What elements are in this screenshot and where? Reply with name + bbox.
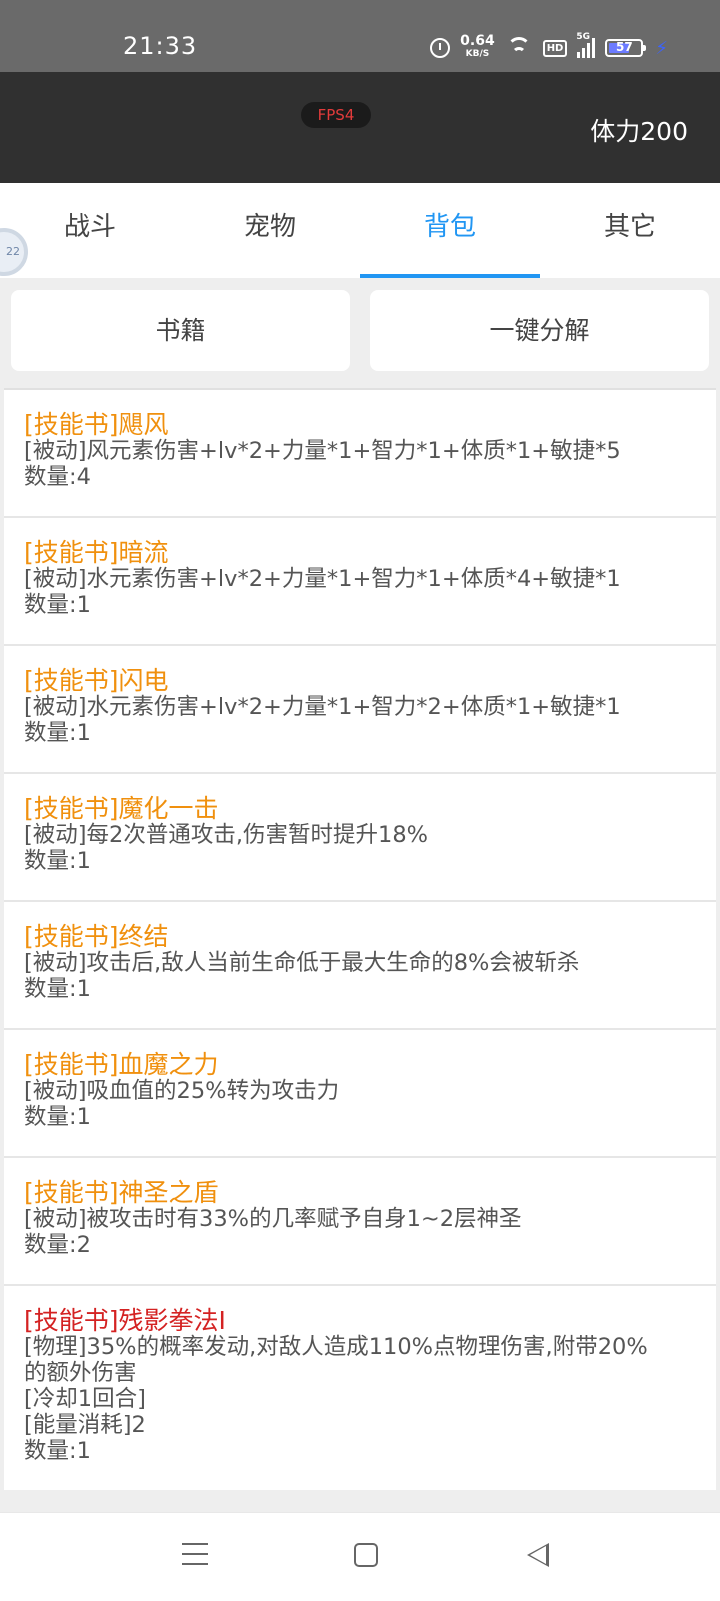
list-item[interactable]: [技能书]血魔之力 [被动]吸血值的25%转为攻击力 数量:1 xyxy=(4,1028,716,1156)
tab-pets[interactable]: 宠物 xyxy=(180,183,360,278)
back-icon[interactable] xyxy=(527,1543,549,1567)
tab-backpack[interactable]: 背包 xyxy=(360,183,540,278)
item-energy-cost: [能量消耗]2 xyxy=(24,1412,146,1438)
status-bar: 21:33 0.64 KB/S HD 5G 57 ⚡︎ xyxy=(0,0,720,72)
item-description: [被动]被攻击时有33%的几率赋予自身1~2层神圣 xyxy=(24,1206,522,1232)
item-name: [技能书]神圣之盾 xyxy=(24,1178,219,1207)
list-item[interactable]: [技能书]魔化一击 [被动]每2次普通攻击,伤害暂时提升18% 数量:1 xyxy=(4,772,716,900)
list-item[interactable]: [技能书]残影拳法I [物理]35%的概率发动,对敌人造成110%点物理伤害,附… xyxy=(4,1284,716,1490)
item-count: 数量:2 xyxy=(24,1232,91,1258)
home-icon[interactable] xyxy=(354,1543,378,1567)
item-description: [被动]攻击后,敌人当前生命低于最大生命的8%会被斩杀 xyxy=(24,950,580,976)
system-nav-bar xyxy=(0,1512,720,1601)
list-item[interactable]: [技能书]神圣之盾 [被动]被攻击时有33%的几率赋予自身1~2层神圣 数量:2 xyxy=(4,1156,716,1284)
charging-icon: ⚡︎ xyxy=(655,37,668,59)
item-description: [被动]每2次普通攻击,伤害暂时提升18% xyxy=(24,822,429,848)
item-count: 数量:1 xyxy=(24,1104,91,1130)
item-name: [技能书]魔化一击 xyxy=(24,794,219,823)
tab-battle[interactable]: 战斗 xyxy=(0,183,180,278)
tab-other[interactable]: 其它 xyxy=(540,183,720,278)
item-count: 数量:1 xyxy=(24,976,91,1002)
item-name: [技能书]血魔之力 xyxy=(24,1050,219,1079)
list-item[interactable]: [技能书]飓风 [被动]风元素伤害+lv*2+力量*1+智力*1+体质*1+敏捷… xyxy=(4,388,716,516)
network-speed-value: 0.64 xyxy=(460,33,495,49)
inventory-list: [技能书]飓风 [被动]风元素伤害+lv*2+力量*1+智力*1+体质*1+敏捷… xyxy=(4,388,716,1490)
alarm-icon xyxy=(430,38,451,58)
item-count: 数量:4 xyxy=(24,464,91,490)
list-item[interactable]: [技能书]闪电 [被动]水元素伤害+lv*2+力量*1+智力*2+体质*1+敏捷… xyxy=(4,644,716,772)
wifi-icon xyxy=(505,37,533,59)
item-description: [物理]35%的概率发动,对敌人造成110%点物理伤害,附带20%的额外伤害 xyxy=(24,1334,648,1386)
battery-icon: 57 xyxy=(605,39,647,57)
decompose-all-button[interactable]: 一键分解 xyxy=(370,290,709,371)
item-count: 数量:1 xyxy=(24,848,91,874)
item-description: [被动]吸血值的25%转为攻击力 xyxy=(24,1078,340,1104)
app-header: FPS4 体力200 xyxy=(0,72,720,183)
item-name: [技能书]终结 xyxy=(24,922,169,951)
item-cooldown: [冷却1回合] xyxy=(24,1386,146,1412)
item-count: 数量:1 xyxy=(24,1438,91,1464)
signal-icon: 5G xyxy=(576,32,596,58)
item-name: [技能书]闪电 xyxy=(24,666,169,695)
books-button[interactable]: 书籍 xyxy=(11,290,350,371)
item-description: [被动]风元素伤害+lv*2+力量*1+智力*1+体质*1+敏捷*5 xyxy=(24,438,621,464)
stamina-label: 体力200 xyxy=(590,117,688,146)
fps-badge: FPS4 xyxy=(301,102,371,128)
hd-icon: HD xyxy=(542,39,568,57)
item-name: [技能书]残影拳法I xyxy=(24,1306,226,1335)
tab-active-indicator xyxy=(360,274,540,278)
item-description: [被动]水元素伤害+lv*2+力量*1+智力*2+体质*1+敏捷*1 xyxy=(24,694,621,720)
network-type-label: 5G xyxy=(576,32,591,42)
status-icons: 0.64 KB/S HD 5G 57 ⚡︎ xyxy=(430,32,668,60)
item-count: 数量:1 xyxy=(24,592,91,618)
item-name: [技能书]飓风 xyxy=(24,410,169,439)
list-item[interactable]: [技能书]终结 [被动]攻击后,敌人当前生命低于最大生命的8%会被斩杀 数量:1 xyxy=(4,900,716,1028)
list-item[interactable]: [技能书]暗流 [被动]水元素伤害+lv*2+力量*1+智力*1+体质*4+敏捷… xyxy=(4,516,716,644)
battery-level: 57 xyxy=(616,40,633,54)
item-description: [被动]水元素伤害+lv*2+力量*1+智力*1+体质*4+敏捷*1 xyxy=(24,566,621,592)
network-speed: 0.64 KB/S xyxy=(460,33,495,60)
network-speed-unit: KB/S xyxy=(465,49,490,59)
status-time: 21:33 xyxy=(123,32,198,60)
item-count: 数量:1 xyxy=(24,720,91,746)
item-name: [技能书]暗流 xyxy=(24,538,169,567)
tab-bar: 战斗 宠物 背包 其它 xyxy=(0,183,720,278)
menu-icon[interactable] xyxy=(182,1543,208,1573)
